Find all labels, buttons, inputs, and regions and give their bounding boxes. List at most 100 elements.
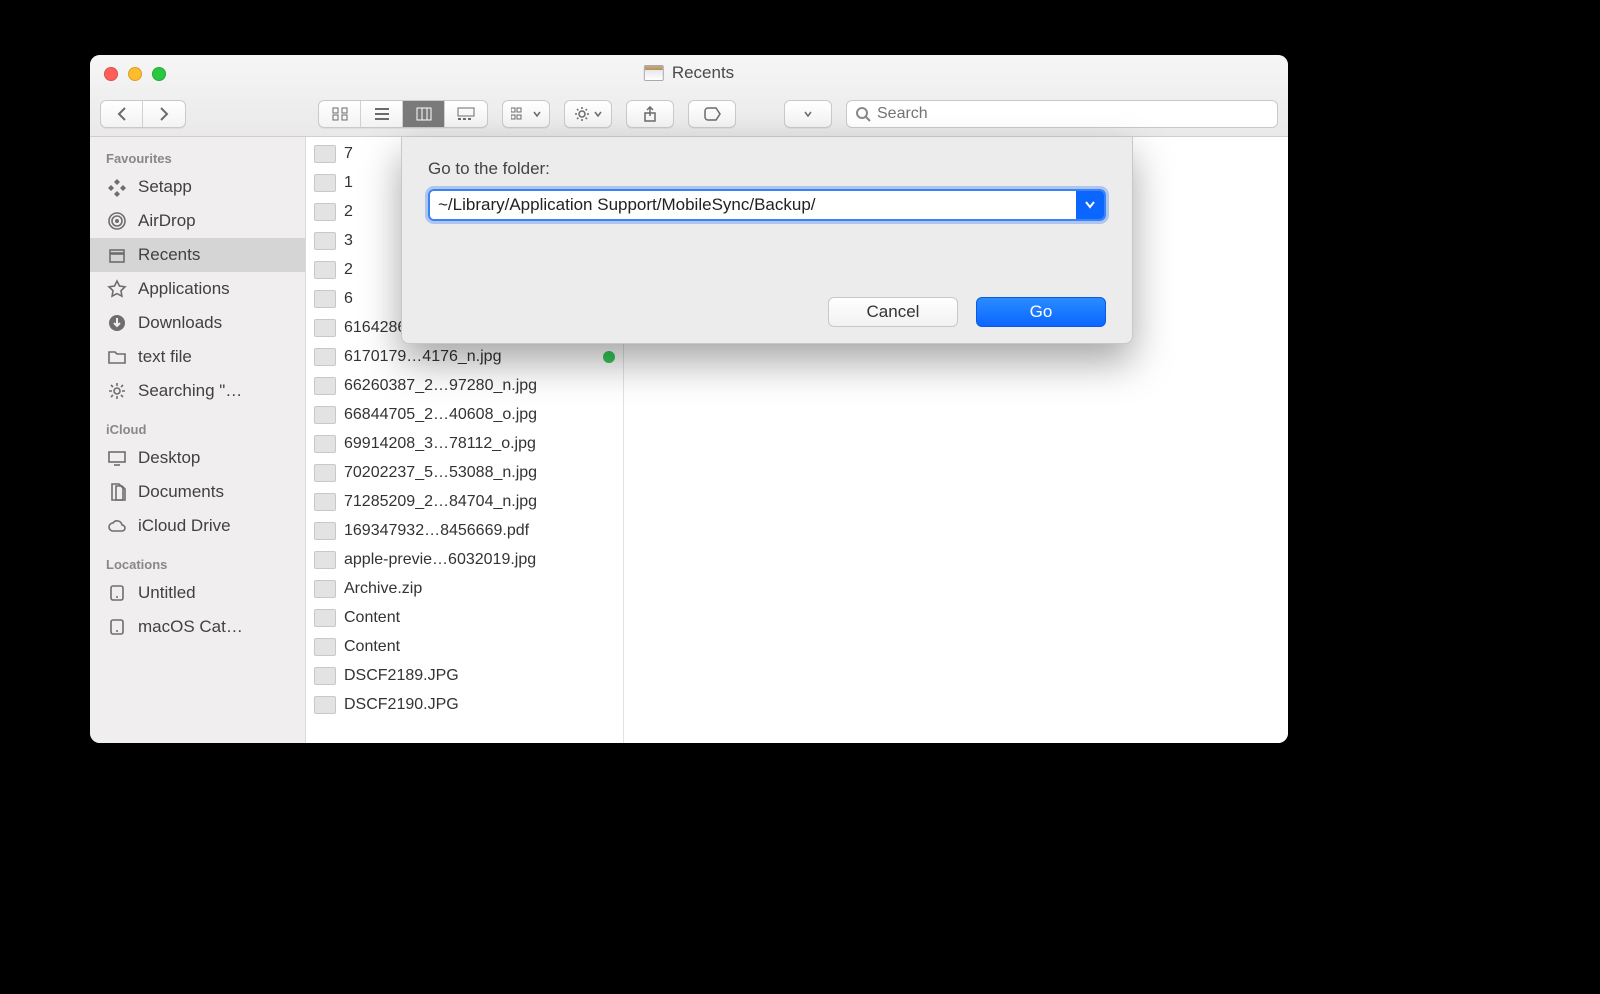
file-name: Content	[344, 609, 615, 627]
file-name: Archive.zip	[344, 580, 615, 598]
back-button[interactable]	[101, 101, 143, 127]
file-thumbnail-icon	[314, 493, 336, 511]
file-thumbnail-icon	[314, 203, 336, 221]
sidebar-item-label: Setapp	[138, 177, 192, 197]
folder-path-dropdown[interactable]	[1076, 191, 1104, 219]
file-row[interactable]: 69914208_3…78112_o.jpg	[306, 429, 623, 458]
sidebar-item-label: Desktop	[138, 448, 200, 468]
disk-icon	[106, 617, 128, 637]
file-name: 66844705_2…40608_o.jpg	[344, 406, 615, 424]
action-menu[interactable]	[564, 100, 612, 128]
desktop-icon	[106, 448, 128, 468]
sidebar-item-label: macOS Cat…	[138, 617, 243, 637]
dialog-buttons: Cancel Go	[828, 297, 1106, 327]
file-thumbnail-icon	[314, 551, 336, 569]
window-controls	[104, 67, 166, 81]
file-name: 6170179…4176_n.jpg	[344, 348, 595, 366]
file-thumbnail-icon	[314, 174, 336, 192]
sidebar-item[interactable]: Setapp	[90, 170, 305, 204]
icon-view-button[interactable]	[319, 101, 361, 127]
file-thumbnail-icon	[314, 377, 336, 395]
file-row[interactable]: 66844705_2…40608_o.jpg	[306, 400, 623, 429]
view-switcher	[318, 100, 488, 128]
gear-icon	[574, 106, 590, 122]
file-thumbnail-icon	[314, 464, 336, 482]
cloud-icon	[106, 516, 128, 536]
sidebar-item[interactable]: Untitled	[90, 576, 305, 610]
file-row[interactable]: 6170179…4176_n.jpg	[306, 342, 623, 371]
file-name: 69914208_3…78112_o.jpg	[344, 435, 615, 453]
file-row[interactable]: Content	[306, 632, 623, 661]
sidebar-item[interactable]: Searching "…	[90, 374, 305, 408]
setapp-icon	[106, 177, 128, 197]
zoom-window-button[interactable]	[152, 67, 166, 81]
sidebar-item[interactable]: Documents	[90, 475, 305, 509]
path-dropdown[interactable]	[784, 100, 832, 128]
close-window-button[interactable]	[104, 67, 118, 81]
sidebar-item-label: Documents	[138, 482, 224, 502]
airdrop-icon	[106, 211, 128, 231]
chevron-right-icon	[158, 107, 170, 121]
file-row[interactable]: apple-previe…6032019.jpg	[306, 545, 623, 574]
go-button[interactable]: Go	[976, 297, 1106, 327]
share-button[interactable]	[626, 100, 674, 128]
sidebar-section-label: iCloud	[90, 408, 305, 441]
sidebar-item[interactable]: Recents	[90, 238, 305, 272]
forward-button[interactable]	[143, 101, 185, 127]
file-row[interactable]: 71285209_2…84704_n.jpg	[306, 487, 623, 516]
dialog-label: Go to the folder:	[428, 159, 1106, 179]
columns-view-button[interactable]	[403, 101, 445, 127]
chevron-down-icon	[594, 111, 602, 117]
window-title-text: Recents	[672, 63, 734, 83]
tags-button[interactable]	[688, 100, 736, 128]
file-thumbnail-icon	[314, 696, 336, 714]
recents-icon	[106, 245, 128, 265]
folder-path-input[interactable]	[430, 191, 1076, 219]
file-name: DSCF2190.JPG	[344, 696, 615, 714]
list-view-button[interactable]	[361, 101, 403, 127]
file-row[interactable]: DSCF2190.JPG	[306, 690, 623, 719]
file-row[interactable]: 169347932…8456669.pdf	[306, 516, 623, 545]
folder-path-combo	[428, 189, 1106, 221]
file-name: 70202237_5…53088_n.jpg	[344, 464, 615, 482]
cancel-button[interactable]: Cancel	[828, 297, 958, 327]
sidebar-item[interactable]: Desktop	[90, 441, 305, 475]
sidebar-item[interactable]: text file	[90, 340, 305, 374]
tag-dot-icon	[603, 351, 615, 363]
sidebar-item[interactable]: macOS Cat…	[90, 610, 305, 644]
gallery-view-button[interactable]	[445, 101, 487, 127]
file-row[interactable]: Content	[306, 603, 623, 632]
sidebar-item[interactable]: AirDrop	[90, 204, 305, 238]
file-row[interactable]: 70202237_5…53088_n.jpg	[306, 458, 623, 487]
chevron-down-icon	[1085, 201, 1095, 209]
file-thumbnail-icon	[314, 609, 336, 627]
gallery-icon	[457, 107, 475, 121]
arrange-icon	[511, 107, 529, 121]
sidebar-item-label: iCloud Drive	[138, 516, 231, 536]
file-thumbnail-icon	[314, 435, 336, 453]
chevron-down-icon	[533, 111, 541, 117]
minimize-window-button[interactable]	[128, 67, 142, 81]
file-row[interactable]: 66260387_2…97280_n.jpg	[306, 371, 623, 400]
sidebar-item-label: Recents	[138, 245, 200, 265]
sidebar-item[interactable]: Applications	[90, 272, 305, 306]
file-name: Content	[344, 638, 615, 656]
downloads-icon	[106, 313, 128, 333]
applications-icon	[106, 279, 128, 299]
file-thumbnail-icon	[314, 261, 336, 279]
sidebar-item-label: Untitled	[138, 583, 196, 603]
file-row[interactable]: Archive.zip	[306, 574, 623, 603]
file-name: apple-previe…6032019.jpg	[344, 551, 615, 569]
search-input[interactable]	[877, 105, 1269, 123]
sidebar-item[interactable]: iCloud Drive	[90, 509, 305, 543]
window-title: Recents	[644, 63, 734, 83]
file-row[interactable]: DSCF2189.JPG	[306, 661, 623, 690]
file-thumbnail-icon	[314, 145, 336, 163]
sidebar-item[interactable]: Downloads	[90, 306, 305, 340]
folder-icon	[106, 347, 128, 367]
search-field[interactable]	[846, 100, 1278, 128]
file-name: 66260387_2…97280_n.jpg	[344, 377, 615, 395]
search-icon	[855, 106, 871, 122]
arrange-menu[interactable]	[502, 100, 550, 128]
file-thumbnail-icon	[314, 638, 336, 656]
